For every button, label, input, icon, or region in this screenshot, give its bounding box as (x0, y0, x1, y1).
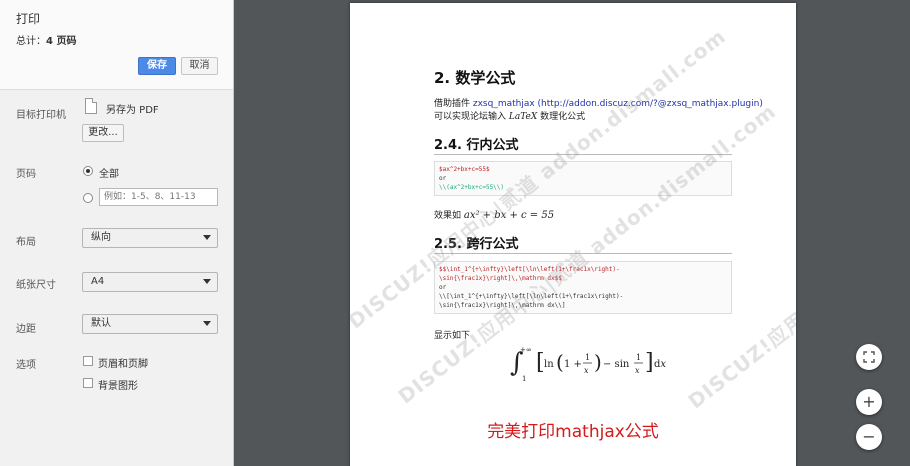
fit-to-page-button[interactable] (856, 344, 882, 370)
intro-line2-prefix: 可以实现论坛输入 (434, 112, 509, 122)
svg-text:dx: dx (654, 359, 666, 370)
cancel-button[interactable]: 取消 (181, 57, 218, 75)
svg-text:ln: ln (544, 359, 554, 370)
paper-size-select[interactable]: A4 (82, 272, 218, 292)
destination-label: 目标打印机 (16, 110, 66, 121)
layout-label: 布局 (16, 237, 36, 248)
print-settings-panel: 打印 总计：4 页码 保存 取消 目标打印机 另存为 PDF 更改... 页码 … (0, 0, 234, 466)
chevron-down-icon (203, 321, 211, 326)
svg-text:+∞: +∞ (520, 346, 532, 354)
background-graphics-label: 背景图形 (98, 381, 138, 392)
zoom-in-button[interactable]: + (856, 389, 882, 415)
svg-text:1: 1 (522, 375, 526, 383)
print-title: 打印 (16, 12, 41, 26)
layout-value: 纵向 (91, 232, 111, 243)
svg-text:): ) (594, 350, 602, 374)
background-graphics-checkbox[interactable] (83, 378, 93, 388)
pages-all-radio[interactable] (83, 166, 93, 176)
code-line: $ax^2+bx+c=55$ (439, 166, 490, 173)
svg-text:1 +: 1 + (564, 359, 582, 370)
intro-line-2: 可以实现论坛输入 LaTeX 数理化公式 (434, 109, 585, 122)
margins-value: 默认 (91, 318, 111, 329)
page-total-label: 总计： (16, 36, 46, 47)
headers-footers-checkbox[interactable] (83, 356, 93, 366)
pages-all-label: 全部 (99, 169, 119, 180)
options-label: 选项 (16, 360, 36, 371)
page-total: 总计：4 页码 (16, 32, 76, 47)
pages-label: 页码 (16, 169, 36, 180)
pages-custom-radio[interactable] (83, 193, 93, 203)
display-formula: ∫ +∞ 1 [ ln ( 1 + 1 x ) − sin 1 x ] dx (510, 346, 666, 383)
svg-text:(: ( (556, 350, 564, 374)
heading-math: 2. 数学公式 (434, 69, 516, 87)
svg-text:1: 1 (585, 353, 590, 362)
code-line: $$\int_1^{+\infty}\left[\ln\left(1+\frac… (439, 266, 620, 273)
layout-select[interactable]: 纵向 (82, 228, 218, 248)
code-line: \\(ax^2+bx+c=55\\) (439, 184, 505, 191)
svg-text:x: x (635, 366, 640, 375)
chevron-down-icon (203, 235, 211, 240)
margins-select[interactable]: 默认 (82, 314, 218, 334)
intro-line-1: 借助插件 zxsq_mathjax (http://addon.discuz.c… (434, 96, 763, 109)
margins-label: 边距 (16, 324, 36, 335)
chevron-down-icon (203, 279, 211, 284)
paper-size-label: 纸张尺寸 (16, 280, 56, 291)
svg-text:x: x (584, 366, 589, 375)
svg-text:− sin: − sin (603, 359, 630, 370)
fit-to-page-icon (863, 351, 875, 363)
panel-header: 打印 总计：4 页码 保存 取消 (0, 0, 233, 90)
headers-footers-label: 页眉和页脚 (98, 359, 148, 370)
pages-custom-input[interactable] (99, 188, 218, 206)
svg-text:1: 1 (636, 353, 641, 362)
destination-value: 另存为 PDF (106, 105, 159, 116)
intro-line2-suffix: 数理化公式 (537, 112, 586, 122)
intro-prefix: 借助插件 (434, 99, 473, 109)
pdf-document-icon (85, 98, 97, 114)
paper-size-value: A4 (91, 276, 105, 287)
code-line: or (439, 175, 447, 182)
code-line: or (439, 284, 447, 291)
print-preview-page: 2. 数学公式 借助插件 zxsq_mathjax (http://addon.… (350, 3, 796, 466)
save-button[interactable]: 保存 (138, 57, 176, 75)
zoom-out-button[interactable]: − (856, 424, 882, 450)
latex-logo: LaTeX (508, 112, 538, 122)
page-total-value: 4 页码 (46, 36, 77, 47)
change-destination-button[interactable]: 更改... (82, 124, 124, 142)
print-caption: 完美打印mathjax公式 (487, 422, 659, 442)
svg-text:]: ] (645, 350, 654, 375)
